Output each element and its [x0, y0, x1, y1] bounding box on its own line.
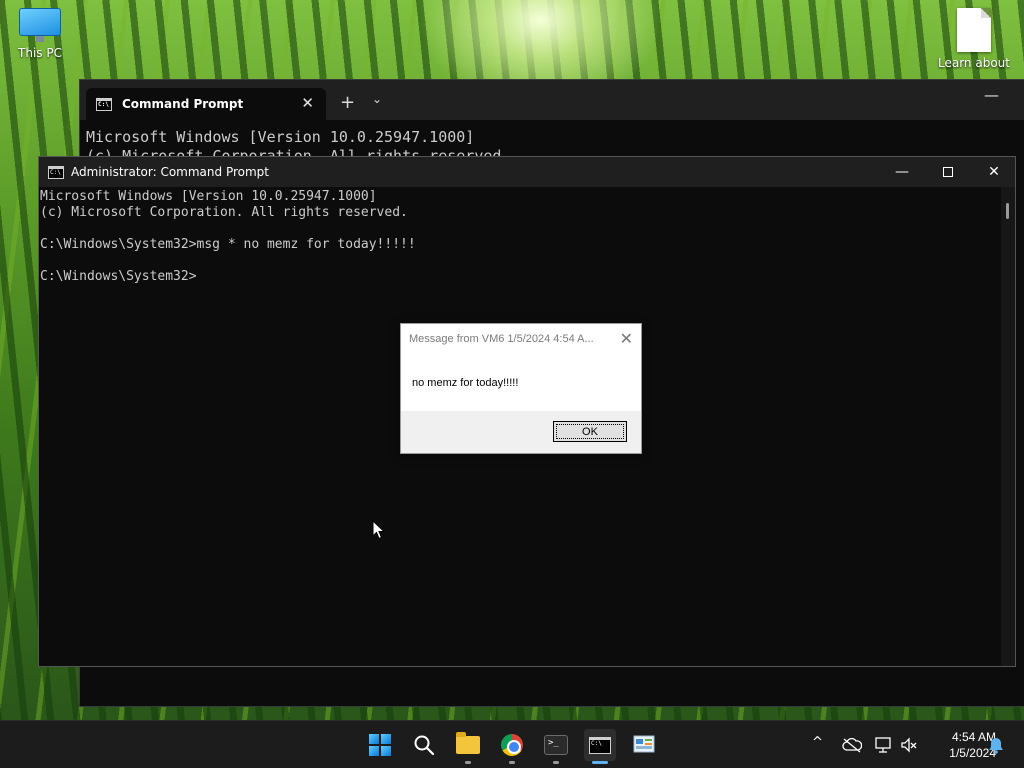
tab-close-icon[interactable]: ✕	[301, 94, 314, 112]
taskbar-clock[interactable]: 4:54 AM 1/5/2024	[920, 729, 996, 761]
notification-bell-icon[interactable]	[988, 736, 1004, 754]
running-indicator	[553, 761, 559, 764]
control-panel-button[interactable]	[628, 729, 660, 761]
terminal-line: Microsoft Windows [Version 10.0.25947.10…	[86, 128, 475, 146]
file-explorer-button[interactable]	[452, 729, 484, 764]
console-scrollbar[interactable]	[1001, 187, 1015, 666]
terminal-button[interactable]: >_	[540, 729, 572, 764]
minimize-icon: —	[895, 164, 909, 180]
mouse-cursor-icon	[372, 520, 386, 540]
chrome-icon	[501, 734, 523, 756]
tab-title: Command Prompt	[122, 97, 244, 111]
ok-button[interactable]: OK	[553, 421, 627, 442]
close-icon: ✕	[988, 164, 1000, 180]
dialog-title: Message from VM6 1/5/2024 4:54 A...	[409, 333, 594, 345]
maximize-button[interactable]	[925, 157, 971, 187]
network-icon[interactable]	[874, 736, 892, 754]
document-icon	[957, 8, 991, 52]
start-button[interactable]	[364, 729, 396, 761]
active-indicator	[592, 761, 608, 764]
clock-date: 1/5/2024	[949, 746, 996, 760]
desktop-icon-label: Learn about	[938, 56, 1010, 70]
terminal-tab-bar: Command Prompt ✕ + ⌄ —	[80, 80, 1024, 120]
control-panel-icon	[633, 735, 655, 753]
this-pc-icon	[19, 8, 61, 42]
minimize-button[interactable]: —	[879, 157, 925, 187]
clock-time: 4:54 AM	[951, 730, 996, 744]
desktop-icon-this-pc[interactable]: This PC	[2, 8, 78, 60]
search-button[interactable]	[408, 729, 440, 761]
windows-logo-icon	[369, 734, 391, 756]
onedrive-cloud-off-icon[interactable]	[842, 737, 862, 753]
tab-dropdown-button[interactable]: ⌄	[372, 92, 382, 106]
taskbar: >_ ^ 4:54 AM 1/5/2024	[0, 720, 1024, 768]
desktop-icon-label: This PC	[18, 46, 62, 60]
running-indicator	[509, 761, 515, 764]
desktop-icon-learn-about[interactable]: Learn about	[936, 8, 1012, 70]
window-title: Administrator: Command Prompt	[71, 165, 269, 179]
dialog-titlebar[interactable]: Message from VM6 1/5/2024 4:54 A... ✕	[401, 324, 641, 354]
search-icon	[414, 735, 435, 756]
dialog-close-icon[interactable]: ✕	[620, 329, 633, 349]
dialog-message: no memz for today!!!!!	[412, 377, 519, 389]
chrome-button[interactable]	[496, 729, 528, 764]
message-dialog: Message from VM6 1/5/2024 4:54 A... ✕ no…	[400, 323, 642, 454]
terminal-tab-command-prompt[interactable]: Command Prompt ✕	[86, 88, 326, 120]
dialog-footer: OK	[401, 411, 641, 453]
cmd-icon	[96, 97, 112, 111]
volume-muted-icon[interactable]	[900, 736, 918, 754]
running-indicator	[465, 761, 471, 764]
folder-icon	[456, 732, 480, 754]
cmd-icon	[589, 736, 611, 754]
show-hidden-icons-chevron-icon[interactable]: ^	[812, 735, 823, 750]
terminal-icon: >_	[544, 735, 568, 755]
terminal-minimize-button[interactable]: —	[984, 86, 999, 104]
scrollbar-thumb[interactable]	[1006, 203, 1009, 219]
maximize-icon	[943, 167, 953, 177]
command-prompt-button[interactable]	[584, 729, 616, 764]
new-tab-button[interactable]: +	[340, 92, 355, 113]
window-titlebar[interactable]: Administrator: Command Prompt — ✕	[39, 157, 1015, 187]
close-button[interactable]: ✕	[971, 157, 1017, 187]
cmd-icon	[48, 165, 64, 179]
